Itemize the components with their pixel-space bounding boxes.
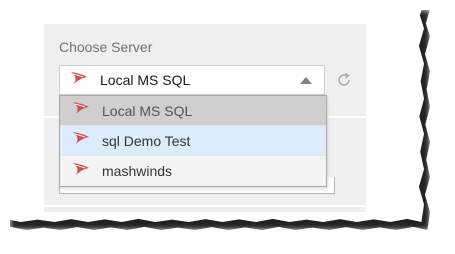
server-option-sql-demo-test[interactable]: sql Demo Test (60, 126, 326, 156)
option-label: Local MS SQL (102, 102, 193, 119)
sql-server-icon (70, 70, 88, 91)
server-option-local-ms-sql[interactable]: Local MS SQL (60, 96, 326, 126)
server-dropdown-list: Local MS SQL sql Demo Test mashwinds (59, 95, 327, 187)
option-label: mashwinds (102, 163, 173, 179)
refresh-icon[interactable] (336, 72, 352, 93)
selected-server-value: Local MS SQL (100, 72, 191, 88)
sql-server-icon (72, 161, 90, 182)
screenshot-paper: Choose Server Local MS SQL Local MS SQL … (4, 2, 424, 222)
choose-server-label: Choose Server (59, 39, 153, 55)
option-label: sql Demo Test (102, 132, 191, 149)
panel-divider (44, 205, 366, 207)
server-option-mashwinds[interactable]: mashwinds (60, 156, 326, 186)
sql-server-icon (72, 100, 90, 121)
chevron-up-icon[interactable] (300, 77, 312, 84)
server-select[interactable]: Local MS SQL (59, 65, 325, 95)
sql-server-icon (72, 130, 90, 151)
